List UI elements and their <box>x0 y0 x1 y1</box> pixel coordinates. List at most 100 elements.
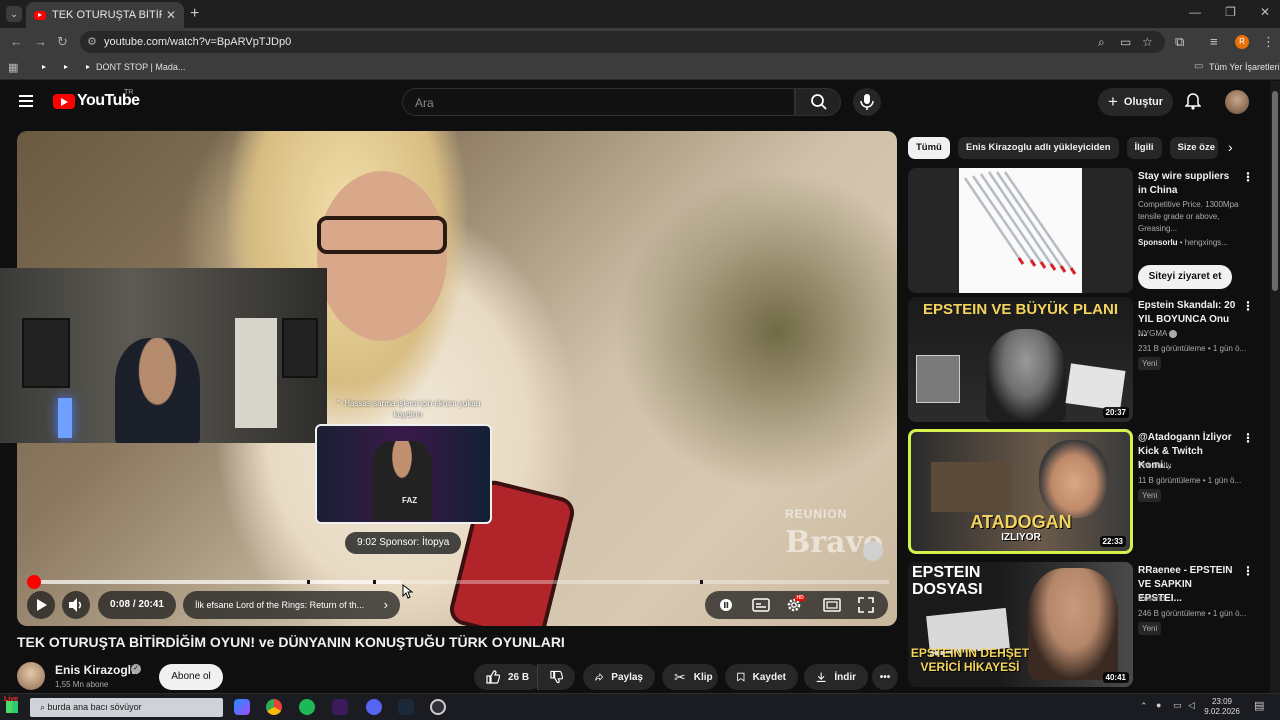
site-info-icon[interactable]: ⚙ <box>87 35 97 48</box>
youtube-logo-icon[interactable] <box>53 94 75 109</box>
channel-avatar[interactable] <box>17 662 45 690</box>
autoplay-toggle-icon[interactable] <box>719 598 735 612</box>
search-icon: ⌕ <box>40 702 48 712</box>
all-bookmarks[interactable]: Tüm Yer İşaretleri <box>1209 62 1280 72</box>
chapter-title: İlk efsane Lord of the Rings: Return of … <box>195 600 365 610</box>
obs-icon[interactable] <box>430 699 446 715</box>
more-vertical-icon[interactable]: ⋮ <box>1242 170 1254 184</box>
app-icon[interactable] <box>234 699 250 715</box>
share-label: Paylaş <box>611 671 643 683</box>
voice-search-button[interactable] <box>853 88 881 116</box>
save-button[interactable]: Kaydet <box>725 664 798 690</box>
search-button[interactable] <box>795 88 841 116</box>
speaker-icon[interactable]: ◁ <box>1188 700 1195 711</box>
forward-arrow-icon[interactable]: → <box>34 34 47 49</box>
recommended-video[interactable]: EPSTEIN VE BÜYÜK PLANI 20:37 Epstein Ska… <box>908 297 1254 422</box>
rec-channel[interactable]: NYGMA <box>1138 329 1248 338</box>
recommended-video[interactable]: EPSTEIN DOSYASI EPSTEIN'IN DEHŞET VERİCİ… <box>908 562 1254 687</box>
apps-grid-icon[interactable]: ▦ <box>8 61 18 74</box>
channel-name[interactable]: Enis Kirazoglu <box>55 663 138 677</box>
rec-channel-name[interactable]: The Pally <box>1138 461 1248 470</box>
network-icon[interactable]: ▭ <box>1173 700 1182 711</box>
profile-avatar[interactable]: R <box>1235 35 1249 49</box>
scrubber-handle[interactable] <box>27 575 41 589</box>
video-thumbnail[interactable]: ATADOGAN IZLIYOR 22:33 <box>908 429 1133 554</box>
scrollbar-thumb[interactable] <box>1272 91 1278 291</box>
cast-icon[interactable]: ▭ <box>1120 35 1131 49</box>
back-arrow-icon[interactable]: ← <box>10 34 23 49</box>
tab-close-icon[interactable]: ✕ <box>166 8 176 22</box>
clip-button[interactable]: ✂ Klip <box>662 664 718 690</box>
more-vertical-icon[interactable]: ⋮ <box>1242 564 1254 578</box>
dislike-button[interactable] <box>537 664 575 690</box>
chrome-icon[interactable] <box>266 699 282 715</box>
browser-menu-icon[interactable]: ⋮ <box>1262 34 1275 50</box>
volume-button[interactable] <box>62 591 90 619</box>
share-arrow-icon <box>595 673 604 681</box>
rec-title[interactable]: Stay wire suppliers in China <box>1138 170 1238 198</box>
page-scrollbar[interactable] <box>1270 81 1280 693</box>
app-icon[interactable] <box>332 699 348 715</box>
taskbar-clock[interactable]: 23:09 9.02.2026 <box>1202 697 1242 717</box>
search-input[interactable]: Ara <box>402 88 795 116</box>
play-button[interactable] <box>27 591 55 619</box>
taskbar-search-input[interactable]: ⌕ burda ana bacı sövüyor <box>30 698 223 717</box>
video-thumbnail[interactable]: EPSTEIN DOSYASI EPSTEIN'IN DEHŞET VERİCİ… <box>908 562 1133 687</box>
media-icon[interactable]: ≡ <box>1210 34 1218 49</box>
visit-site-button[interactable]: Siteyi ziyaret et <box>1138 265 1232 289</box>
thumbnail-text: EPSTEIN VE BÜYÜK PLANI <box>922 301 1119 318</box>
steam-icon[interactable] <box>398 699 414 715</box>
chip-from-uploader[interactable]: Enis Kirazoglu adlı yükleyiciden <box>957 137 1119 159</box>
account-avatar[interactable] <box>1225 90 1249 114</box>
subtitles-icon[interactable] <box>752 598 770 612</box>
theater-mode-icon[interactable] <box>823 598 841 612</box>
create-button[interactable]: + Oluştur <box>1098 88 1173 116</box>
zoom-icon[interactable]: ⌕ <box>1098 35 1105 50</box>
video-thumbnail[interactable]: EPSTEIN VE BÜYÜK PLANI 20:37 <box>908 297 1133 422</box>
download-button[interactable]: İndir <box>804 664 868 690</box>
preview-sign-text: FAZ <box>402 496 418 505</box>
spotify-icon[interactable] <box>299 699 315 715</box>
duration-badge: 40:41 <box>1102 672 1129 683</box>
tab-search-button[interactable]: ⌄ <box>6 6 22 22</box>
chip-all[interactable]: Tümü <box>908 137 950 159</box>
notification-center-icon[interactable]: ▤ <box>1254 699 1264 712</box>
video-frame-face <box>317 171 447 341</box>
folder-icon: ▭ <box>1194 61 1204 72</box>
address-bar[interactable]: ⚙ youtube.com/watch?v=BpARVpTJDp0 ⌕ ▭ ☆ <box>80 31 1165 53</box>
tray-chevron-icon[interactable]: ⌃ <box>1140 701 1148 712</box>
maximize-button[interactable]: ❐ <box>1225 5 1236 19</box>
fullscreen-icon[interactable] <box>857 597 874 613</box>
bookmark-dont-stop[interactable]: DONT STOP | Mada... <box>96 62 185 72</box>
chip-related[interactable]: İlgili <box>1126 137 1162 159</box>
channel-watermark-icon[interactable] <box>863 541 883 561</box>
chip-for-you[interactable]: Size öze <box>1169 137 1218 159</box>
progress-bar[interactable] <box>33 580 889 584</box>
share-button[interactable]: Paylaş <box>583 664 655 690</box>
chevron-right-icon[interactable]: › <box>1228 139 1233 155</box>
like-button[interactable]: 26 B <box>474 664 542 690</box>
more-vertical-icon[interactable]: ⋮ <box>1242 431 1254 445</box>
minimize-button[interactable]: — <box>1189 5 1201 19</box>
ad-thumbnail[interactable] <box>908 168 1133 293</box>
extensions-icon[interactable]: ⧉ <box>1175 34 1184 50</box>
reload-icon[interactable]: ↻ <box>57 34 68 50</box>
discord-icon[interactable] <box>366 699 382 715</box>
settings-button[interactable]: HD <box>786 595 806 613</box>
sponsored-item[interactable]: Stay wire suppliers in China Competitive… <box>908 168 1254 293</box>
notifications-bell-icon[interactable] <box>1185 92 1201 110</box>
microphone-icon[interactable]: ● <box>1156 700 1161 710</box>
chapter-divider <box>307 580 310 584</box>
more-actions-button[interactable]: ••• <box>872 664 898 690</box>
chapter-title-button[interactable]: İlk efsane Lord of the Rings: Return of … <box>183 591 400 619</box>
close-window-button[interactable]: ✕ <box>1260 5 1270 19</box>
recommended-video[interactable]: ATADOGAN IZLIYOR 22:33 @Atadogann İzliyo… <box>908 429 1254 554</box>
subscribe-button[interactable]: Abone ol <box>159 664 223 690</box>
menu-hamburger-icon[interactable] <box>19 95 33 107</box>
rec-channel-name[interactable]: Rolland <box>1138 594 1248 603</box>
thumbnail-inset <box>916 355 960 403</box>
new-tab-button[interactable]: + <box>190 5 199 23</box>
bookmark-star-icon[interactable]: ☆ <box>1142 35 1153 49</box>
browser-tab-active[interactable]: TEK OTURUŞTA BİTİRDİĞİM OYUN ✕ <box>26 2 184 28</box>
more-vertical-icon[interactable]: ⋮ <box>1242 299 1254 313</box>
